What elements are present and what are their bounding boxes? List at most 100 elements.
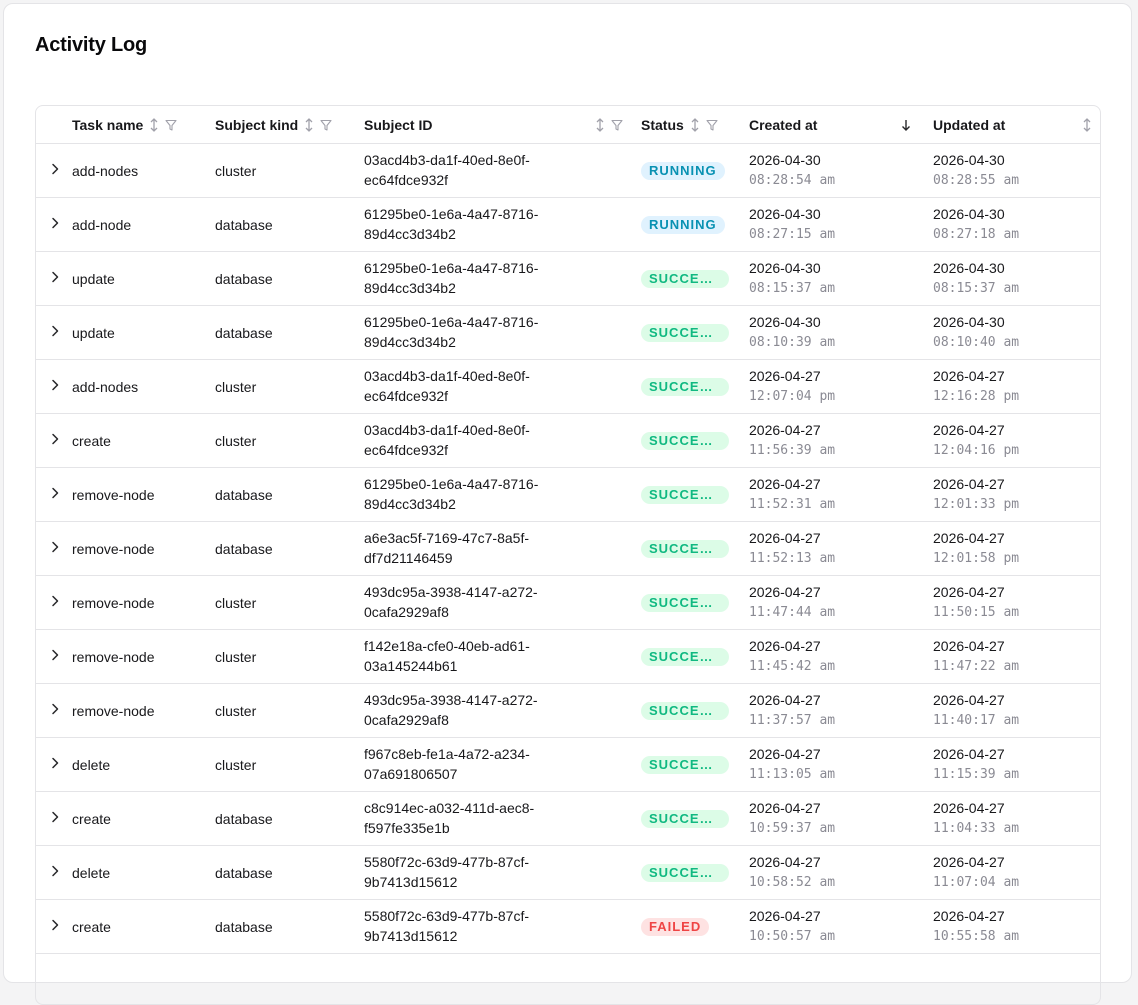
chevron-right-icon[interactable] [47,161,63,177]
status-badge: SUCCEEDED [641,539,729,558]
sort-arrows-icon[interactable] [304,117,314,132]
subject-id: 03acd4b3-da1f-40ed-8e0f- ec64fdce932f [364,421,633,460]
created-date: 2026-04-27 [749,422,821,438]
table-row[interactable]: delete database 5580f72c-63d9-477b-87cf-… [36,845,1100,900]
table-row[interactable]: update database 61295be0-1e6a-4a47-8716-… [36,305,1100,360]
subject-id-line-1: 61295be0-1e6a-4a47-8716- [364,206,539,222]
expand-cell[interactable] [36,359,72,414]
created-time: 11:56:39 am [749,442,836,458]
expand-cell[interactable] [36,791,72,846]
expand-cell[interactable] [36,467,72,522]
updated-time: 11:15:39 am [933,766,1020,782]
subject-kind: database [215,270,273,287]
table-row[interactable]: add-nodes cluster 03acd4b3-da1f-40ed-8e0… [36,143,1100,198]
created-time: 12:07:04 pm [749,388,836,404]
subject-id: 61295be0-1e6a-4a47-8716- 89d4cc3d34b2 [364,475,633,514]
chevron-right-icon[interactable] [47,809,63,825]
table-row[interactable]: remove-node cluster 493dc95a-3938-4147-a… [36,575,1100,630]
arrow-down-icon[interactable] [901,118,911,132]
chevron-right-icon[interactable] [47,539,63,555]
expand-cell[interactable] [36,845,72,900]
chevron-right-icon[interactable] [47,755,63,771]
subject-id-cell: 61295be0-1e6a-4a47-8716- 89d4cc3d34b2 [357,305,633,360]
updated-at-cell: 2026-04-27 11:50:15 am [925,575,1100,630]
header-task-name[interactable]: Task name [72,106,208,144]
filter-icon[interactable] [706,119,718,131]
subject-id-cell: 61295be0-1e6a-4a47-8716- 89d4cc3d34b2 [357,467,633,522]
sort-arrows-icon[interactable] [149,117,159,132]
subject-id-line-2: 07a691806507 [364,765,458,782]
filter-icon[interactable] [165,119,177,131]
filter-icon[interactable] [320,119,332,131]
chevron-right-icon[interactable] [47,593,63,609]
chevron-right-icon[interactable] [47,917,63,933]
updated-date: 2026-04-27 [933,530,1005,546]
created-date: 2026-04-27 [749,854,821,870]
filter-icon[interactable] [611,119,623,131]
table-row[interactable]: create cluster 03acd4b3-da1f-40ed-8e0f- … [36,413,1100,468]
created-time: 08:15:37 am [749,280,836,296]
expand-cell[interactable] [36,629,72,684]
subject-id-cell: 5580f72c-63d9-477b-87cf- 9b7413d15612 [357,899,633,954]
updated-time: 10:55:58 am [933,928,1020,944]
header-subject-kind-label: Subject kind [215,116,299,133]
header-created-at[interactable]: Created at [741,106,925,144]
subject-id-line-2: 89d4cc3d34b2 [364,279,456,296]
table-row[interactable]: remove-node cluster 493dc95a-3938-4147-a… [36,683,1100,738]
created-date: 2026-04-27 [749,530,821,546]
table-row[interactable]: remove-node database 61295be0-1e6a-4a47-… [36,467,1100,522]
created-time: 11:52:13 am [749,550,836,566]
header-subject-kind[interactable]: Subject kind [208,106,357,144]
created-at-cell: 2026-04-30 08:27:15 am [741,197,925,252]
expand-cell[interactable] [36,683,72,738]
chevron-right-icon[interactable] [47,269,63,285]
table-row[interactable]: remove-node cluster f142e18a-cfe0-40eb-a… [36,629,1100,684]
chevron-right-icon[interactable] [47,647,63,663]
chevron-right-icon[interactable] [47,215,63,231]
subject-kind-cell: database [208,251,357,306]
header-subject-id[interactable]: Subject ID [357,106,633,144]
subject-id-cell: f142e18a-cfe0-40eb-ad61- 03a145244b61 [357,629,633,684]
expand-cell[interactable] [36,197,72,252]
table-row[interactable]: add-nodes cluster 03acd4b3-da1f-40ed-8e0… [36,359,1100,414]
expand-cell[interactable] [36,413,72,468]
expand-cell[interactable] [36,305,72,360]
subject-id-line-2: 89d4cc3d34b2 [364,495,456,512]
chevron-right-icon[interactable] [47,323,63,339]
table-row[interactable]: remove-node database a6e3ac5f-7169-47c7-… [36,521,1100,576]
header-updated-at[interactable]: Updated at [925,106,1100,144]
status-badge: SUCCEEDED [641,647,729,666]
table-row[interactable]: add-node database 61295be0-1e6a-4a47-871… [36,197,1100,252]
chevron-right-icon[interactable] [47,485,63,501]
header-status[interactable]: Status [633,106,741,144]
subject-id-cell: a6e3ac5f-7169-47c7-8a5f- df7d21146459 [357,521,633,576]
expand-cell[interactable] [36,521,72,576]
subject-kind-cell: database [208,305,357,360]
updated-at-cell: 2026-04-27 10:55:58 am [925,899,1100,954]
chevron-right-icon[interactable] [47,701,63,717]
table-row[interactable]: create database 5580f72c-63d9-477b-87cf-… [36,899,1100,954]
chevron-right-icon[interactable] [47,431,63,447]
updated-time: 11:04:33 am [933,820,1020,836]
subject-id-line-1: 03acd4b3-da1f-40ed-8e0f- [364,368,530,384]
expand-cell[interactable] [36,575,72,630]
expand-cell[interactable] [36,143,72,198]
subject-id: f967c8eb-fe1a-4a72-a234- 07a691806507 [364,745,633,784]
sort-arrows-icon[interactable] [595,117,605,132]
expand-cell[interactable] [36,737,72,792]
subject-id-line-1: 493dc95a-3938-4147-a272- [364,584,538,600]
chevron-right-icon[interactable] [47,863,63,879]
expand-cell[interactable] [36,251,72,306]
task-name-cell: remove-node [72,629,208,684]
table-row[interactable]: delete cluster f967c8eb-fe1a-4a72-a234- … [36,737,1100,792]
table-row[interactable]: update database 61295be0-1e6a-4a47-8716-… [36,251,1100,306]
status-badge: SUCCEEDED [641,269,729,288]
table-row[interactable]: create database c8c914ec-a032-411d-aec8-… [36,791,1100,846]
sort-arrows-icon[interactable] [690,117,700,132]
subject-id-cell: 03acd4b3-da1f-40ed-8e0f- ec64fdce932f [357,359,633,414]
sort-arrows-icon[interactable] [1082,117,1092,132]
expand-cell[interactable] [36,899,72,954]
chevron-right-icon[interactable] [47,377,63,393]
created-date: 2026-04-27 [749,368,821,384]
updated-at-cell: 2026-04-30 08:15:37 am [925,251,1100,306]
